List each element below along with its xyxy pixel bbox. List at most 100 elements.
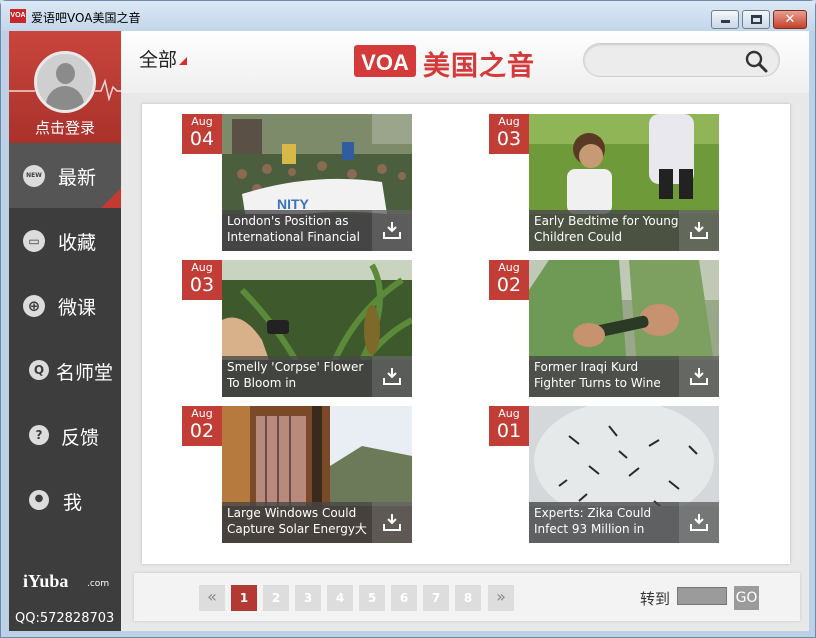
login-link[interactable]: 点击登录: [9, 117, 121, 138]
download-button[interactable]: [372, 502, 412, 543]
voa-brand-name: 美国之音: [423, 51, 535, 82]
download-icon: [690, 368, 708, 385]
maximize-icon: [751, 15, 762, 24]
download-icon: [383, 514, 401, 531]
article-title[interactable]: London's Position as International Finan…: [222, 210, 372, 251]
download-icon: [690, 514, 708, 531]
profile-panel[interactable]: 点击登录: [9, 31, 121, 143]
article-title[interactable]: Early Bedtime for Young Children Could: [529, 210, 679, 251]
download-button[interactable]: [372, 356, 412, 397]
download-button[interactable]: [679, 210, 719, 251]
article-card[interactable]: Aug 02 Former Iraqi Kurd Fighter Turns t…: [489, 260, 719, 397]
voa-logo-text: VOA: [361, 50, 409, 75]
date-month: Aug: [498, 261, 520, 274]
app-window: VOA 爱语吧VOA美国之音 ✕ 点击登录 NEW 最新 ▭ 收藏 ⊕ 微课 Q…: [0, 0, 816, 638]
date-month: Aug: [191, 261, 213, 274]
voa-logo: VOA: [354, 45, 416, 77]
sidebar-item-label: 最新: [58, 167, 97, 189]
page-3-button[interactable]: 3: [295, 585, 321, 611]
sidebar-item-teachers[interactable]: Q 名师堂: [9, 338, 121, 403]
article-title[interactable]: Former Iraqi Kurd Fighter Turns to Wine: [529, 356, 679, 397]
new-badge-icon: NEW: [23, 165, 45, 187]
download-icon: [383, 222, 401, 239]
page-6-button[interactable]: 6: [391, 585, 417, 611]
minimize-button[interactable]: [711, 10, 739, 29]
goto-page-input[interactable]: [677, 587, 727, 605]
goto-label: 转到: [640, 590, 671, 608]
search-input[interactable]: [598, 50, 738, 72]
prev-page-button[interactable]: «: [199, 585, 225, 611]
category-dropdown[interactable]: 全部: [139, 45, 177, 72]
sidebar-item-favorites[interactable]: ▭ 收藏: [9, 208, 121, 273]
page-1-button[interactable]: 1: [231, 585, 257, 611]
date-badge: Aug 04: [182, 114, 222, 154]
page-2-button[interactable]: 2: [263, 585, 289, 611]
date-day: 01: [496, 420, 522, 442]
sidebar-item-latest[interactable]: NEW 最新: [9, 143, 121, 208]
date-day: 02: [496, 274, 522, 296]
search-icon[interactable]: [744, 49, 768, 73]
sidebar-item-label: 收藏: [58, 232, 97, 254]
date-month: Aug: [498, 407, 520, 420]
search-box[interactable]: [583, 43, 780, 77]
sidebar-item-label: 我: [63, 492, 83, 514]
article-title[interactable]: Large Windows Could Capture Solar Energy…: [222, 502, 372, 543]
date-day: 03: [496, 128, 522, 150]
download-button[interactable]: [372, 210, 412, 251]
sidebar-item-feedback[interactable]: ? 反馈: [9, 403, 121, 468]
download-button[interactable]: [679, 356, 719, 397]
avatar[interactable]: [34, 51, 96, 113]
page-4-button[interactable]: 4: [327, 585, 353, 611]
sidebar-item-microcourse[interactable]: ⊕ 微课: [9, 273, 121, 338]
sidebar-item-label: 微课: [58, 297, 97, 319]
article-card[interactable]: Aug 02 Large Windows Could Capture Solar…: [182, 406, 412, 543]
help-question-icon: ?: [29, 425, 49, 445]
maximize-button[interactable]: [742, 10, 770, 29]
date-badge: Aug 03: [182, 260, 222, 300]
minimize-icon: [721, 20, 730, 23]
date-badge: Aug 02: [489, 260, 529, 300]
page-7-button[interactable]: 7: [423, 585, 449, 611]
sidebar: 点击登录 NEW 最新 ▭ 收藏 ⊕ 微课 Q 名师堂 ? 反馈 ● 我 iYu…: [9, 31, 121, 631]
article-title[interactable]: Experts: Zika Could Infect 93 Million in: [529, 502, 679, 543]
article-card[interactable]: Aug 01 Experts: Zika Could Infect 93 Mil…: [489, 406, 719, 543]
app-logo-icon: VOA: [10, 9, 26, 23]
article-panel: NITY Aug 04 London's Position as Interna…: [142, 104, 790, 564]
sidebar-item-label: 名师堂: [56, 362, 114, 384]
article-card[interactable]: NITY Aug 04 London's Position as Interna…: [182, 114, 412, 251]
date-month: Aug: [498, 115, 520, 128]
next-page-button[interactable]: »: [488, 585, 514, 611]
date-badge: Aug 01: [489, 406, 529, 446]
header: 全部 VOA 美国之音: [121, 31, 809, 93]
download-button[interactable]: [679, 502, 719, 543]
close-button[interactable]: ✕: [773, 10, 807, 29]
article-title[interactable]: Smelly 'Corpse' Flower To Bloom in: [222, 356, 372, 397]
sidebar-item-me[interactable]: ● 我: [9, 468, 121, 533]
iyuba-brand: iYuba: [23, 571, 69, 591]
favorites-box-icon: ▭: [23, 230, 45, 252]
qq-contact: QQ:572828703: [15, 611, 115, 626]
date-month: Aug: [191, 407, 213, 420]
close-icon: ✕: [784, 12, 796, 27]
title-bar[interactable]: VOA 爱语吧VOA美国之音 ✕: [1, 1, 815, 31]
date-month: Aug: [191, 115, 213, 128]
date-badge: Aug 02: [182, 406, 222, 446]
date-badge: Aug 03: [489, 114, 529, 154]
article-card[interactable]: Aug 03 Smelly 'Corpse' Flower To Bloom i…: [182, 260, 412, 397]
avatar-head-icon: [56, 63, 75, 84]
article-card[interactable]: Aug 03 Early Bedtime for Young Children …: [489, 114, 719, 251]
date-day: 02: [189, 420, 215, 442]
user-icon: ●: [29, 490, 49, 510]
download-icon: [690, 222, 708, 239]
avatar-body-icon: [46, 86, 84, 110]
iyuba-brand-suffix: .com: [87, 579, 110, 589]
page-5-button[interactable]: 5: [359, 585, 385, 611]
go-button[interactable]: GO: [734, 586, 759, 610]
window-title: 爱语吧VOA美国之音: [31, 11, 141, 25]
download-icon: [383, 368, 401, 385]
date-day: 04: [189, 128, 215, 150]
dropdown-corner-icon[interactable]: [179, 57, 187, 65]
teacher-q-icon: Q: [29, 360, 49, 380]
page-8-button[interactable]: 8: [455, 585, 481, 611]
sidebar-item-label: 反馈: [61, 427, 100, 449]
